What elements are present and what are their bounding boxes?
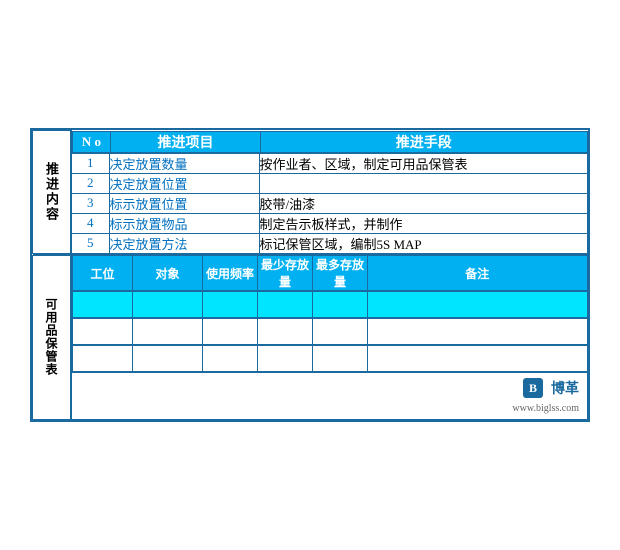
row1-method: 按作业者、区域，制定可用品保管表: [259, 153, 588, 173]
section2-data-row-2: [33, 318, 588, 345]
section2-data-row-1: [33, 291, 588, 318]
section1-label-text: 推进内容: [42, 162, 61, 222]
logo-brand: 博革: [551, 382, 579, 397]
col-header-object: 对象: [133, 256, 203, 291]
row4-no: 4: [71, 213, 109, 233]
row4-item: 标示放置物品: [109, 213, 259, 233]
row2-no: 2: [71, 173, 109, 193]
header-no: N o: [73, 131, 111, 152]
row1-item: 决定放置数量: [109, 153, 259, 173]
table-row: 3 标示放置位置 胶带/油漆: [33, 193, 588, 213]
table-row: 4 标示放置物品 制定告示板样式，并制作: [33, 213, 588, 233]
logo-icon: B: [522, 377, 544, 399]
row3-method: 胶带/油漆: [259, 193, 588, 213]
row3-item: 标示放置位置: [109, 193, 259, 213]
row5-method: 标记保管区域，编制5S MAP: [259, 233, 588, 253]
header-item: 推进项目: [111, 131, 261, 152]
section2-label: 可用品保管表: [33, 255, 72, 420]
col-header-note: 备注: [368, 256, 588, 291]
col-header-frequency: 使用频率: [203, 256, 258, 291]
logo-url: www.biglss.com: [512, 403, 579, 414]
col-header-max: 最多存放量: [313, 256, 368, 291]
row2-method: [259, 173, 588, 193]
logo-row: B 博革 www.biglss.com: [33, 373, 588, 420]
col-header-workstation: 工位: [73, 256, 133, 291]
table-row: 2 决定放置位置: [33, 173, 588, 193]
section2-label-text: 可用品保管表: [43, 298, 60, 376]
main-table: 推进内容 N o 推进项目 推进手段 1 决定放置数量 按: [32, 130, 588, 420]
row4-method: 制定告示板样式，并制作: [259, 213, 588, 233]
row1-no: 1: [71, 153, 109, 173]
col-header-min: 最少存放量: [258, 256, 313, 291]
section1-label: 推进内容: [33, 131, 72, 254]
row3-no: 3: [71, 193, 109, 213]
table-row: 1 决定放置数量 按作业者、区域，制定可用品保管表: [33, 153, 588, 173]
row5-no: 5: [71, 233, 109, 253]
row2-item: 决定放置位置: [109, 173, 259, 193]
section2-row: 可用品保管表 工位 对象 使用频率 最少存放量 最多存放量 备注: [33, 255, 588, 291]
svg-text:B: B: [529, 381, 537, 395]
section2-header-row: 工位 对象 使用频率 最少存放量 最多存放量 备注: [73, 256, 588, 291]
header-method: 推进手段: [261, 131, 588, 152]
table-row: 5 决定放置方法 标记保管区域，编制5S MAP: [33, 233, 588, 253]
row5-item: 决定放置方法: [109, 233, 259, 253]
section2-data-row-3: [33, 345, 588, 373]
section1-row: 推进内容 N o 推进项目 推进手段: [33, 131, 588, 154]
